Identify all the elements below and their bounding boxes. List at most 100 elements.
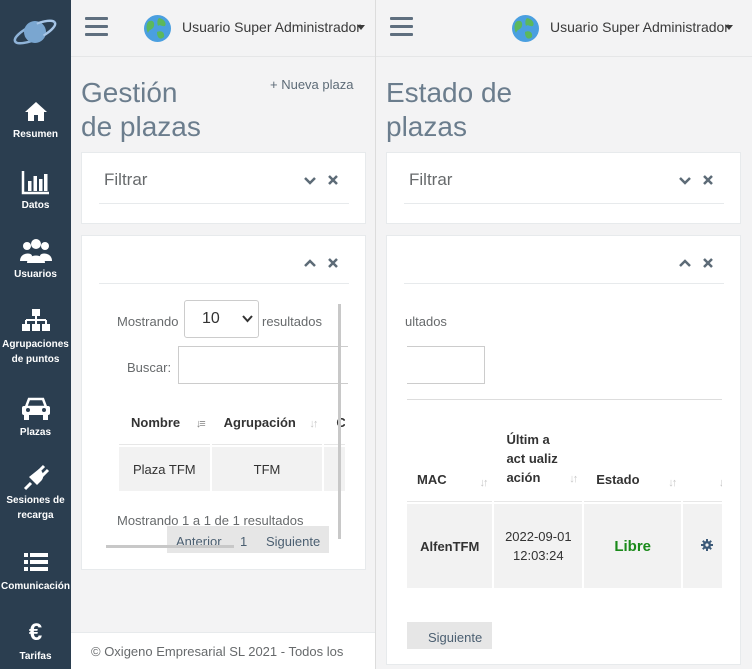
chevron-down-icon[interactable] (357, 25, 365, 30)
plazas-table: Nombre↓≡ Agrupación↓↑ C Plaza TFM TFM (117, 399, 345, 493)
sort-icon: ↓↑ (569, 473, 578, 485)
sidebar-item-label: Comunicación (1, 581, 70, 592)
search-label: Buscar: (127, 360, 172, 375)
cell-last-update: 2022-09-01 12:03:24 (494, 504, 583, 588)
sort-icon: ↓↑ (668, 477, 677, 489)
divider (404, 203, 724, 204)
right-panel: Usuario Super Administrador Estado de pl… (376, 0, 752, 669)
chevron-up-icon[interactable] (304, 257, 316, 269)
close-icon[interactable] (327, 174, 339, 186)
sort-icon: ↓↑ (309, 418, 318, 430)
sidebar-item-label: Resumen (12, 129, 58, 140)
table-row[interactable]: AlfenTFM 2022-09-01 12:03:24 Libre (407, 504, 722, 588)
chevron-up-icon[interactable] (679, 257, 691, 269)
search-input[interactable] (407, 346, 485, 384)
column-header-agrupacion[interactable]: Agrupación ↓↑ (211, 401, 323, 445)
sidebar-item-datos[interactable]: Datos (0, 168, 71, 213)
showing-label: Mostrando (117, 314, 179, 329)
chevron-down-icon[interactable] (725, 25, 733, 30)
column-header-nombre[interactable]: Nombre ↓≡ (119, 401, 210, 445)
search-input[interactable] (178, 346, 348, 384)
euro-icon: € (28, 619, 43, 646)
hamburger-menu-icon[interactable] (85, 17, 108, 37)
sidebar-item-label: Sesiones de recarga (6, 495, 65, 521)
new-plaza-button[interactable]: + Nueva plaza (270, 77, 353, 92)
list-icon (23, 553, 48, 571)
table-box: Mostrando 10 resultados Buscar: Nombre ↓≡… (81, 235, 366, 570)
next-page-button[interactable]: Siguiente (266, 534, 320, 549)
results-label: ultados (405, 314, 447, 329)
close-icon[interactable] (327, 257, 339, 269)
table-viewport: Nombre↓≡ Agrupación↓↑ C Plaza TFM TFM (117, 399, 345, 494)
next-page-button[interactable]: Siguiente (428, 630, 482, 645)
page-title: Estado de plazas (386, 77, 513, 142)
sidebar-item-sesiones[interactable]: Sesiones de recarga (0, 463, 71, 523)
status-table: MAC ↓↑ Últim a act ualiz ación ↓↑ Estado ↓↑… (407, 400, 722, 590)
sidebar-item-usuarios[interactable]: Usuarios (0, 237, 71, 282)
divider (404, 283, 724, 284)
plug-icon (23, 464, 49, 491)
sort-icon: ↓↑ (718, 477, 722, 489)
user-menu[interactable]: Usuario Super Administrador (550, 19, 729, 35)
sidebar-item-plazas[interactable]: Plazas (0, 395, 71, 440)
sidebar-item-agrupaciones[interactable]: Agrupaciones de puntos (0, 307, 71, 367)
page-1-button[interactable]: 1 (240, 534, 247, 549)
users-icon (19, 239, 52, 263)
sidebar-item-comunicacion[interactable]: Comunicación (0, 549, 71, 594)
home-icon (24, 102, 47, 121)
gear-icon[interactable] (701, 538, 714, 551)
cell-empty (324, 447, 345, 491)
page-size-select[interactable]: 10 (184, 300, 259, 338)
sidebar-item-label: Usuarios (14, 269, 57, 280)
column-header-estado[interactable]: Estado ↓↑ (584, 402, 682, 502)
globe-avatar-icon (512, 15, 539, 42)
table-row[interactable]: Plaza TFM TFM (119, 447, 345, 491)
sidebar: Resumen Datos Usuarios Agrupaciones de p… (0, 0, 71, 669)
status-badge: Libre (614, 537, 652, 555)
divider (99, 283, 349, 284)
sort-icon: ↓↑ (479, 477, 488, 489)
sidebar-item-label: Agrupaciones de puntos (2, 339, 69, 365)
table-viewport: MAC ↓↑ Últim a act ualiz ación ↓↑ Estado ↓↑… (407, 399, 722, 594)
table-header-row: MAC ↓↑ Últim a act ualiz ación ↓↑ Estado ↓↑… (407, 402, 722, 502)
table-header-row: Nombre↓≡ Agrupación↓↑ C (119, 401, 345, 445)
column-header-mac[interactable]: MAC ↓↑ (407, 402, 493, 502)
user-menu[interactable]: Usuario Super Administrador (182, 19, 361, 35)
chevron-down-icon[interactable] (304, 175, 316, 187)
vertical-scrollbar[interactable] (338, 304, 341, 539)
results-label: resultados (262, 314, 322, 329)
filter-title: Filtrar (104, 170, 148, 189)
cell-nombre: Plaza TFM (119, 447, 210, 491)
filter-box: Filtrar (81, 152, 366, 224)
cell-mac: AlfenTFM (407, 504, 493, 588)
cell-settings (683, 504, 722, 588)
cell-status: Libre (584, 504, 682, 588)
hamburger-menu-icon[interactable] (390, 17, 413, 37)
planet-logo-icon[interactable] (10, 12, 60, 52)
close-icon[interactable] (702, 257, 714, 269)
footer-text: © Oxigeno Empresarial SL 2021 - Todos lo… (91, 644, 344, 659)
sort-desc-icon: ↓≡ (195, 418, 206, 430)
top-navbar: Usuario Super Administrador (71, 0, 375, 57)
page-title: Gestión de plazas (81, 77, 201, 142)
column-header-c[interactable]: C (324, 401, 345, 445)
car-icon (21, 397, 50, 420)
top-navbar: Usuario Super Administrador (376, 0, 752, 57)
bar-chart-icon (21, 171, 49, 195)
sidebar-item-label: Plazas (19, 427, 52, 438)
filter-box: Filtrar (386, 152, 741, 224)
close-icon[interactable] (702, 174, 714, 186)
left-panel: Usuario Super Administrador Gestión de p… (71, 0, 375, 669)
chevron-down-icon[interactable] (679, 175, 691, 187)
column-header-actions[interactable]: ↓↑ (683, 402, 722, 502)
sidebar-item-tarifas[interactable]: € Tarifas (0, 619, 71, 664)
filter-title: Filtrar (409, 170, 453, 189)
sidebar-item-resumen[interactable]: Resumen (0, 97, 71, 142)
chevron-down-icon (242, 315, 253, 323)
sitemap-icon (21, 309, 50, 331)
column-header-ultima-actualizacion[interactable]: Últim a act ualiz ación ↓↑ (494, 402, 583, 502)
horizontal-scrollbar[interactable] (106, 545, 234, 548)
globe-avatar-icon (144, 15, 171, 42)
sidebar-item-label: Datos (21, 200, 50, 211)
sidebar-item-label: Tarifas (19, 651, 52, 662)
